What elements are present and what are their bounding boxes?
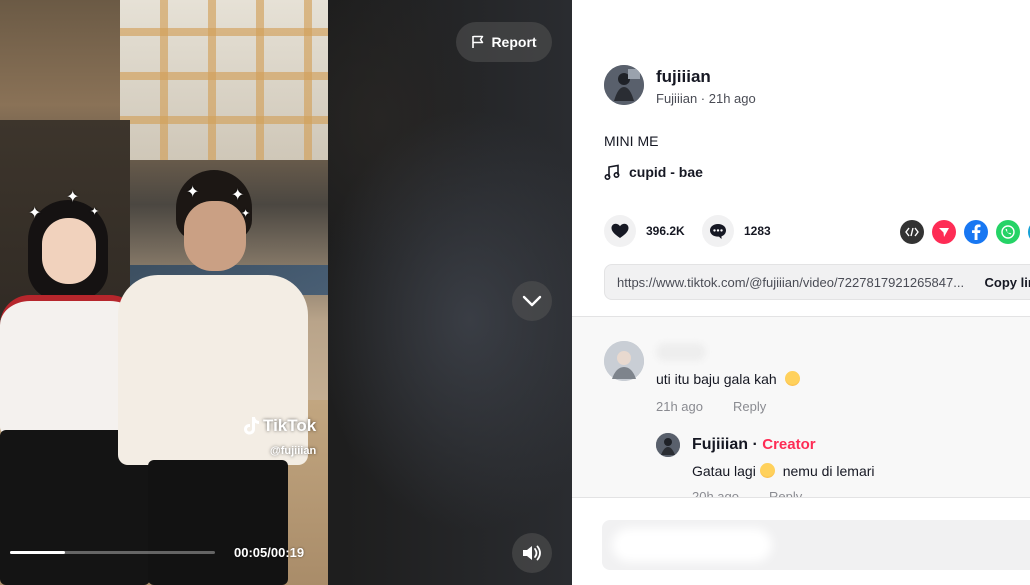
- heart-icon: [611, 223, 629, 238]
- comment-icon: [710, 223, 726, 239]
- person-right: [118, 165, 308, 585]
- reply-text: Gatau lagi nemu di lemari: [692, 463, 875, 479]
- embed-icon[interactable]: [900, 220, 924, 244]
- music-link[interactable]: cupid - bae: [604, 164, 703, 180]
- comment-count: 1283: [744, 224, 771, 238]
- avatar-photo: [656, 433, 680, 457]
- whatsapp-icon[interactable]: [996, 220, 1020, 244]
- sparkle-icon: ✦: [231, 187, 245, 204]
- ceiling-scene: [120, 0, 328, 160]
- video-frame[interactable]: ✦ ✦ ✦ ✦ ✦ ✦ TikTok @fujiiian 00:05/00:19: [0, 0, 328, 585]
- sparkle-icon: ✦: [66, 189, 80, 206]
- progress-bar[interactable]: [10, 551, 215, 554]
- avatar[interactable]: [656, 433, 680, 457]
- report-button[interactable]: Report: [456, 22, 552, 62]
- copy-link-box[interactable]: https://www.tiktok.com/@fujiiian/video/7…: [604, 264, 1030, 300]
- sparkle-icon: ✦: [241, 208, 251, 220]
- watermark-handle: @fujiiian: [270, 445, 317, 457]
- author-username[interactable]: fujiiian: [656, 67, 711, 87]
- author-subtitle: Fujiiian · 21h ago: [656, 91, 756, 106]
- music-note-icon: [604, 164, 620, 180]
- star-struck-icon: [759, 463, 775, 478]
- comment-time: 21h ago: [656, 399, 703, 414]
- comment-meta: 21h ago Reply: [656, 399, 766, 414]
- comments-list[interactable]: uti itu baju gala kah 21h ago Reply Fuji…: [572, 317, 1030, 497]
- progress-fill: [10, 551, 66, 554]
- comment-author-blurred[interactable]: [656, 343, 706, 361]
- avatar[interactable]: [604, 65, 644, 105]
- reply-meta: 20h ago Reply: [692, 489, 802, 497]
- reply-button[interactable]: Reply: [769, 489, 802, 497]
- details-panel: fujiiian Fujiiian · 21h ago MINI ME cupi…: [572, 0, 1030, 585]
- avatar-photo: [604, 341, 644, 381]
- comment-button[interactable]: 1283: [702, 215, 771, 247]
- comment-text: uti itu baju gala kah: [656, 371, 800, 387]
- time-display: 00:05/00:19: [234, 545, 305, 560]
- flag-icon: [472, 35, 484, 48]
- report-label: Report: [491, 34, 537, 50]
- reply-author[interactable]: Fujiiian · Creator: [692, 436, 816, 454]
- avatar[interactable]: [604, 341, 644, 381]
- watermark-logo-text: TikTok: [263, 416, 317, 435]
- sparkle-icon: ✦: [90, 206, 100, 218]
- tiktok-watermark: TikTok @fujiiian: [242, 416, 316, 457]
- author-display-name: Fujiiian: [656, 91, 698, 106]
- avatar-photo: [604, 65, 644, 105]
- total-time: 00:19: [270, 545, 305, 560]
- send-to-friends-icon[interactable]: [932, 220, 956, 244]
- app-root: ✦ ✦ ✦ ✦ ✦ ✦ TikTok @fujiiian 00:05/00:19: [0, 0, 1030, 585]
- volume-button[interactable]: [512, 533, 552, 573]
- chevron-down-icon: [522, 295, 542, 307]
- next-video-button[interactable]: [512, 281, 552, 321]
- reply-time: 20h ago: [692, 489, 739, 497]
- like-count: 396.2K: [646, 224, 685, 238]
- copy-link-button[interactable]: Copy link: [974, 275, 1030, 290]
- facebook-icon[interactable]: [964, 220, 988, 244]
- music-title: cupid - bae: [629, 164, 703, 180]
- post-caption: MINI ME: [604, 133, 659, 149]
- tiktok-logo-icon: [244, 417, 259, 435]
- crying-face-icon: [784, 371, 800, 386]
- creator-badge: Creator: [762, 436, 816, 453]
- like-button[interactable]: 396.2K: [604, 215, 685, 247]
- video-link[interactable]: https://www.tiktok.com/@fujiiian/video/7…: [605, 275, 974, 290]
- sparkle-icon: ✦: [28, 205, 42, 222]
- current-time: 00:05: [234, 545, 268, 560]
- comment-composer: [572, 497, 1030, 585]
- speaker-icon: [523, 545, 541, 561]
- comment-input-blurred: [612, 528, 772, 562]
- reply-button[interactable]: Reply: [733, 399, 766, 414]
- sparkle-icon: ✦: [186, 184, 200, 201]
- post-time: 21h ago: [708, 91, 756, 106]
- video-player[interactable]: ✦ ✦ ✦ ✦ ✦ ✦ TikTok @fujiiian 00:05/00:19: [0, 0, 572, 585]
